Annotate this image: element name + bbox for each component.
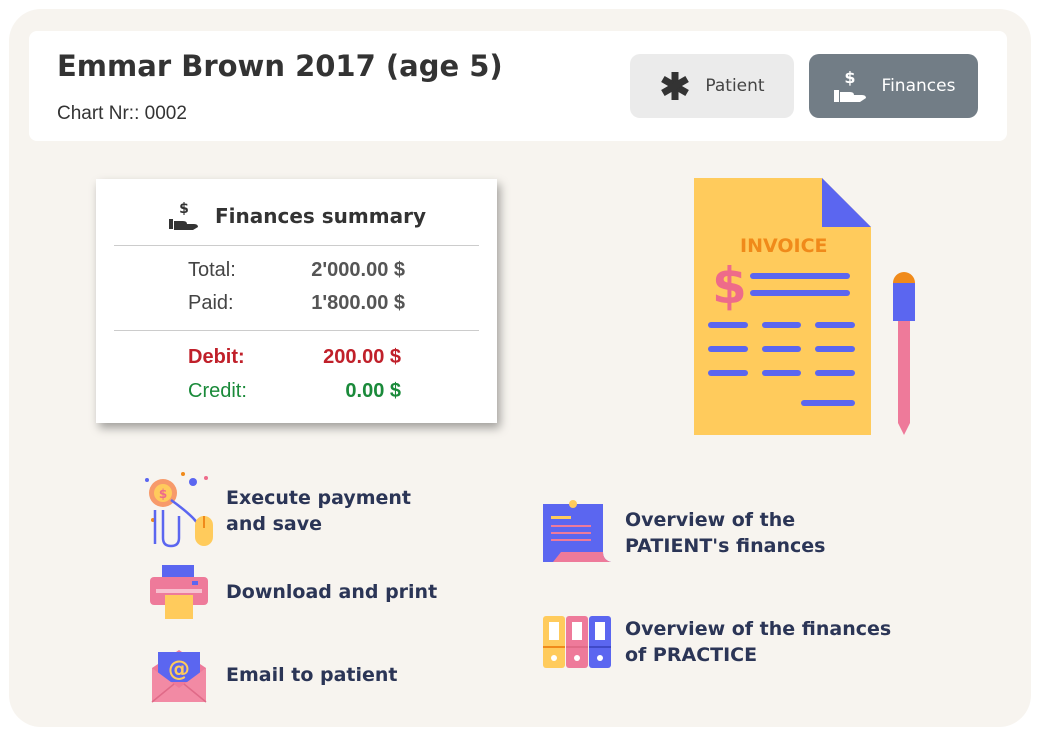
paid-label: Paid:	[188, 292, 234, 314]
patient-header: Emmar Brown 2017 (age 5) Chart Nr:: 0002…	[29, 31, 1007, 141]
total-value: 2'000.00 $	[311, 259, 405, 281]
svg-text:$: $	[159, 487, 167, 501]
email-patient-action[interactable]: @ Email to patient	[150, 646, 398, 704]
invoice-label: INVOICE	[740, 235, 828, 257]
email-icon: @	[151, 650, 207, 703]
hand-dollar-icon: $	[833, 68, 866, 102]
credit-value: 0.00 $	[345, 380, 401, 402]
hand-dollar-icon: $	[169, 201, 198, 230]
execute-payment-label-line2: and save	[226, 513, 322, 535]
patient-name: Emmar Brown 2017 (age 5)	[57, 49, 503, 83]
patient-overview-label-line1: Overview of the	[625, 509, 796, 531]
paid-value: 1'800.00 $	[311, 292, 405, 314]
summary-divider	[114, 245, 479, 246]
summary-title-text: Finances summary	[215, 204, 426, 228]
dollar-sign: $	[712, 257, 747, 315]
asterisk-icon	[661, 72, 690, 100]
email-patient-label: Email to patient	[226, 664, 398, 686]
notepad-icon	[543, 500, 611, 562]
payment-touch-icon: $	[145, 472, 213, 548]
chart-number: Chart Nr:: 0002	[57, 103, 187, 124]
execute-payment-action[interactable]: $ Execute payment and save	[143, 470, 411, 552]
debit-value: 200.00 $	[323, 346, 401, 368]
pen-icon	[893, 272, 915, 435]
practice-overview-label-line1: Overview of the finances	[625, 618, 892, 640]
invoice-illustration: INVOICE $	[694, 178, 915, 435]
summary-divider	[114, 330, 479, 331]
summary-title: $ Finances summary	[96, 201, 497, 231]
svg-text:@: @	[168, 657, 190, 682]
total-label: Total:	[188, 259, 236, 281]
execute-payment-label-line1: Execute payment	[226, 487, 412, 509]
tab-finances[interactable]: $ Finances	[809, 54, 978, 118]
svg-text:$: $	[179, 201, 189, 217]
invoice-fold	[822, 178, 871, 227]
finances-summary-card: $ Finances summary Total: 2'000.00 $ Pai…	[96, 179, 497, 423]
binders-icon	[543, 616, 611, 668]
tab-patient-label: Patient	[705, 76, 765, 96]
practice-finances-overview-action[interactable]: Overview of the finances of PRACTICE	[541, 614, 891, 670]
patient-finances-overview-action[interactable]: Overview of the PATIENT's finances	[541, 500, 825, 566]
download-print-action[interactable]: Download and print	[148, 563, 437, 621]
download-print-label: Download and print	[226, 581, 438, 603]
printer-icon	[150, 565, 208, 619]
tab-patient[interactable]: Patient	[630, 54, 794, 118]
debit-label: Debit:	[188, 346, 245, 368]
patient-overview-label-line2: PATIENT's finances	[625, 535, 826, 557]
credit-label: Credit:	[188, 380, 247, 402]
practice-overview-label-line2: of PRACTICE	[625, 644, 758, 666]
tab-finances-label: Finances	[881, 76, 956, 96]
svg-text:$: $	[844, 68, 855, 87]
